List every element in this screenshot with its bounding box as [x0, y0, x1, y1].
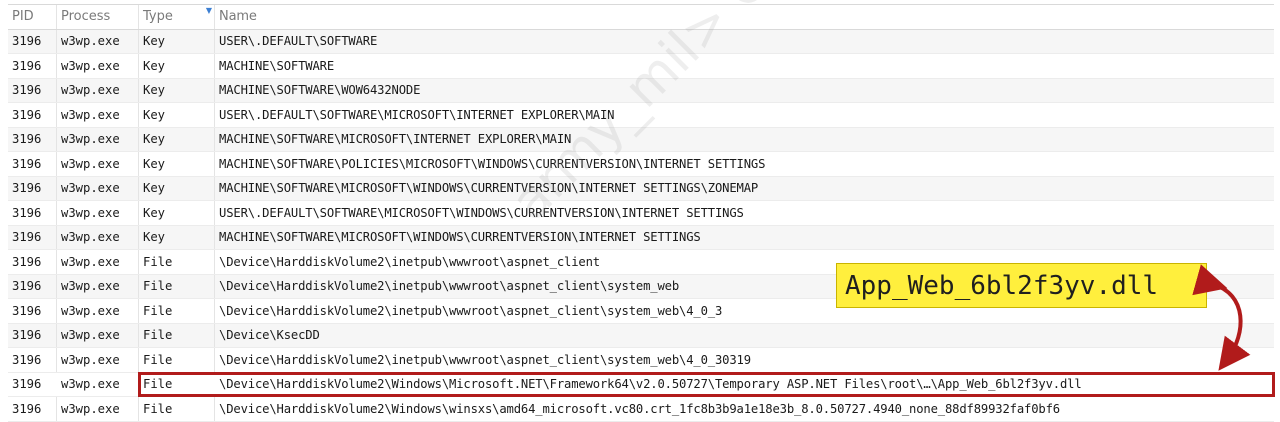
table-row[interactable]: 3196 w3wp.exe Key MACHINE\SOFTWARE\MICROSOF…: [8, 225, 1274, 250]
cell-pid: 3196: [8, 225, 57, 249]
cell-name: MACHINE\SOFTWARE\POLICIES\MICROSOFT\WIND…: [219, 156, 766, 171]
cell-type: Key: [139, 127, 215, 151]
table-body: 3196 w3wp.exe Key USER\.DEFAULT\SOFTWARE 319…: [8, 29, 1274, 422]
cell-name: USER\.DEFAULT\SOFTWARE: [219, 34, 378, 49]
cell-process: w3wp.exe: [57, 127, 139, 151]
cell-name: MACHINE\SOFTWARE: [219, 58, 334, 73]
column-header-pid[interactable]: PID: [8, 5, 57, 29]
table-row[interactable]: 3196 w3wp.exe File \Device\KsecDD: [8, 323, 1274, 348]
table-row[interactable]: 3196 w3wp.exe Key USER\.DEFAULT\SOFTWARE: [8, 29, 1274, 54]
cell-type: Key: [139, 152, 215, 176]
cell-pid: 3196: [8, 397, 57, 421]
cell-process: w3wp.exe: [57, 176, 139, 200]
cell-process: w3wp.exe: [57, 299, 139, 323]
cell-type: File: [139, 397, 215, 421]
column-header-name[interactable]: Name: [215, 5, 1274, 29]
table-row[interactable]: 3196 w3wp.exe Key MACHINE\SOFTWARE: [8, 54, 1274, 79]
cell-pid: 3196: [12, 377, 42, 392]
cell-name: \Device\HarddiskVolume2\inetpub\wwwroot\…: [219, 352, 751, 367]
cell-pid: 3196: [8, 323, 57, 347]
handle-table: PID Process Type ▼ Name 3196 w3wp.exe Key U…: [8, 4, 1274, 422]
cell-process: w3wp.exe: [57, 78, 139, 102]
cell-type: Key: [139, 103, 215, 127]
cell-process: w3wp.exe: [57, 152, 139, 176]
cell-name: USER\.DEFAULT\SOFTWARE\MICROSOFT\WINDOWS…: [219, 205, 744, 220]
callout-text: App_Web_6bl2f3yv.dll: [845, 270, 1159, 301]
cell-process: w3wp.exe: [57, 323, 139, 347]
cell-pid: 3196: [8, 29, 57, 53]
cell-type: Key: [139, 29, 215, 53]
table-row[interactable]: 3196 w3wp.exe Key MACHINE\SOFTWARE\MICROSOF…: [8, 176, 1274, 201]
cell-name: MACHINE\SOFTWARE\MICROSOFT\WINDOWS\CURRE…: [219, 181, 759, 196]
cell-name: \Device\KsecDD: [219, 328, 320, 343]
cell-type: File: [139, 274, 215, 298]
table-row[interactable]: 3196 w3wp.exe File \Device\HarddiskVolume2\…: [8, 348, 1274, 373]
cell-pid: 3196: [8, 348, 57, 372]
dll-callout: App_Web_6bl2f3yv.dll: [836, 263, 1207, 308]
table-header: PID Process Type ▼ Name: [8, 4, 1274, 30]
cell-type: Key: [139, 176, 215, 200]
cell-name: MACHINE\SOFTWARE\MICROSOFT\WINDOWS\CURRE…: [219, 230, 701, 245]
cell-pid: 3196: [8, 127, 57, 151]
cell-pid: 3196: [8, 201, 57, 225]
cell-pid: 3196: [8, 103, 57, 127]
cell-pid: 3196: [8, 250, 57, 274]
cell-process: w3wp.exe: [57, 225, 139, 249]
cell-process: w3wp.exe: [57, 348, 139, 372]
cell-type: File: [139, 250, 215, 274]
cell-pid: 3196: [8, 54, 57, 78]
cell-type: Key: [139, 225, 215, 249]
cell-type: File: [139, 348, 215, 372]
cell-process: w3wp.exe: [57, 250, 139, 274]
cell-name: \Device\HarddiskVolume2\Windows\Microsof…: [219, 377, 1082, 392]
cell-name: \Device\HarddiskVolume2\Windows\winsxs\a…: [219, 401, 1060, 416]
cell-type: Key: [139, 54, 215, 78]
cell-type: File: [139, 323, 215, 347]
cell-name: USER\.DEFAULT\SOFTWARE\MICROSOFT\INTERNE…: [219, 107, 615, 122]
column-header-type-label: Type: [143, 9, 173, 25]
column-header-type[interactable]: Type ▼: [139, 5, 215, 29]
cell-process: w3wp.exe: [57, 54, 139, 78]
cell-type: File: [139, 299, 215, 323]
cell-pid: 3196: [8, 274, 57, 298]
sort-indicator-icon: ▼: [205, 6, 212, 15]
table-row[interactable]: 3196 w3wp.exe Key USER\.DEFAULT\SOFTWARE\MI…: [8, 103, 1274, 128]
table-row[interactable]: 3196 w3wp.exe File \Device\HarddiskVolume2\…: [8, 372, 1274, 397]
column-header-process[interactable]: Process: [57, 5, 139, 29]
cell-process: w3wp.exe: [57, 397, 139, 421]
cell-type: File: [143, 377, 173, 392]
cell-process: w3wp.exe: [57, 201, 139, 225]
cell-name: MACHINE\SOFTWARE\WOW6432NODE: [219, 83, 421, 98]
cell-name: MACHINE\SOFTWARE\MICROSOFT\INTERNET EXPL…: [219, 132, 572, 147]
table-row[interactable]: 3196 w3wp.exe Key USER\.DEFAULT\SOFTWARE\MI…: [8, 201, 1274, 226]
cell-process: w3wp.exe: [61, 377, 120, 392]
cell-process: w3wp.exe: [57, 103, 139, 127]
cell-type: Key: [139, 78, 215, 102]
cell-process: w3wp.exe: [57, 29, 139, 53]
cell-pid: 3196: [8, 299, 57, 323]
table-row[interactable]: 3196 w3wp.exe Key MACHINE\SOFTWARE\WOW6432N…: [8, 78, 1274, 103]
cell-pid: 3196: [8, 176, 57, 200]
cell-type: Key: [139, 201, 215, 225]
table-row[interactable]: 3196 w3wp.exe File \Device\HarddiskVolume2\…: [8, 397, 1274, 422]
cell-pid: 3196: [8, 152, 57, 176]
cell-process: w3wp.exe: [57, 274, 139, 298]
table-row[interactable]: 3196 w3wp.exe Key MACHINE\SOFTWARE\MICROSOF…: [8, 127, 1274, 152]
table-row[interactable]: 3196 w3wp.exe Key MACHINE\SOFTWARE\POLICIES…: [8, 152, 1274, 177]
cell-pid: 3196: [8, 78, 57, 102]
